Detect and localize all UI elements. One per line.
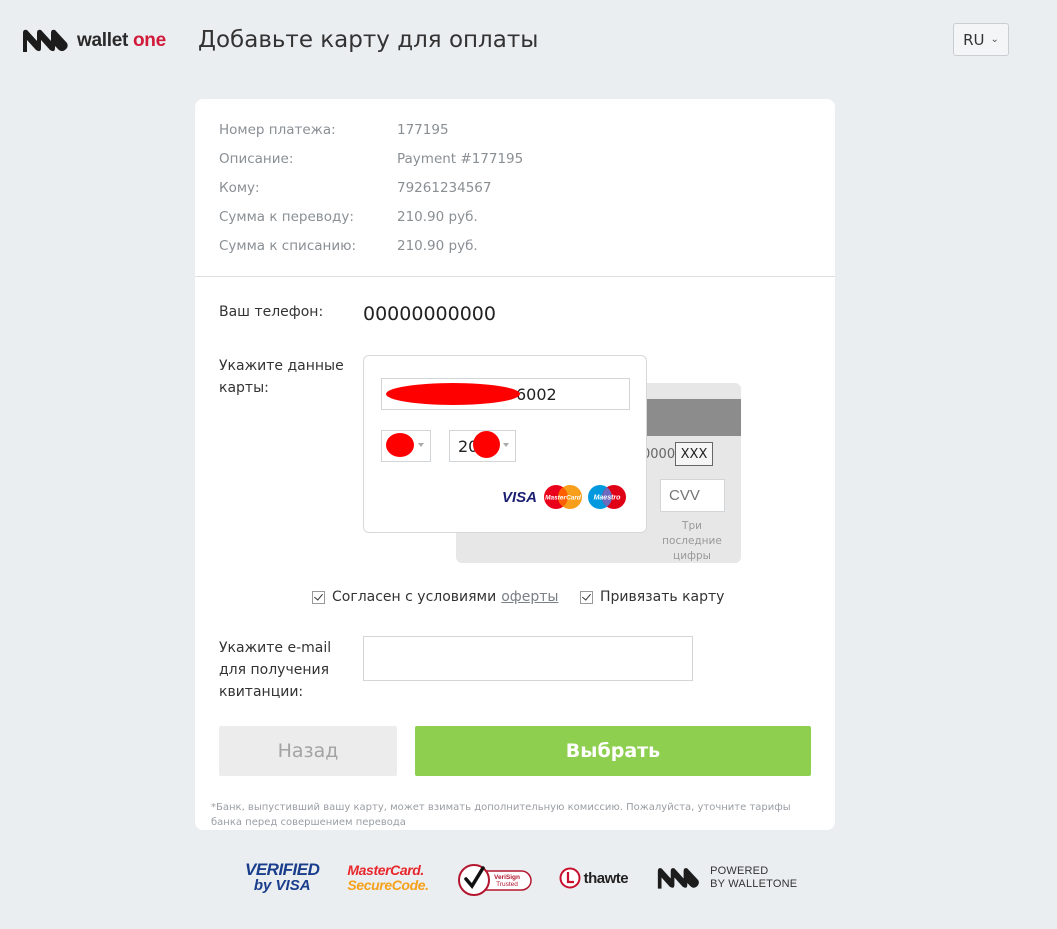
cvv-input[interactable] [660, 479, 725, 512]
info-label-description: Описание: [219, 151, 294, 167]
card-back-code: XXX [675, 442, 713, 466]
thawte-logo: thawte [559, 867, 629, 889]
info-label-payment-number: Номер платежа: [219, 122, 336, 138]
info-label-transfer-amount: Сумма к переводу: [219, 209, 354, 225]
bind-card-checkbox[interactable] [580, 590, 593, 604]
redaction-mark [473, 431, 500, 458]
payment-panel: Номер платежа: 177195 Описание: Payment … [195, 99, 835, 830]
walletone-icon [657, 868, 700, 889]
mastercard-securecode-line2: SecureCode. [347, 877, 429, 893]
info-value-recipient: 79261234567 [397, 180, 492, 196]
thawte-text: thawte [583, 869, 629, 887]
back-button[interactable]: Назад [219, 726, 397, 776]
page-title: Добавьте карту для оплаты [198, 27, 539, 53]
mastercard-securecode-logo: MasterCard. SecureCode. [347, 862, 429, 893]
info-value-description: Payment #177195 [397, 151, 524, 167]
chevron-down-icon: ⌄ [990, 34, 999, 45]
powered-by-walletone-logo: POWERED BY WALLETONE [656, 865, 797, 891]
language-value: RU [963, 30, 985, 49]
divider [195, 276, 835, 277]
select-button[interactable]: Выбрать [415, 726, 811, 776]
email-input[interactable] [363, 636, 693, 681]
svg-text:VeriSign: VeriSign [494, 874, 520, 881]
powered-by-line2: BY WALLETONE [710, 878, 798, 890]
svg-text:Maestro: Maestro [594, 495, 622, 502]
dropdown-arrow-icon [418, 443, 424, 447]
info-label-debit-amount: Сумма к списанию: [219, 238, 357, 254]
card-number-suffix: 6002 [516, 384, 557, 404]
verified-by-visa-line1: VERIFIED [245, 860, 320, 879]
card-data-label: Укажите данные карты: [219, 358, 344, 396]
email-label: Укажите e-mail для получения квитанции: [219, 640, 332, 700]
info-value-debit-amount: 210.90 руб. [397, 238, 478, 254]
info-value-payment-number: 177195 [397, 122, 449, 138]
mastercard-securecode-line1: MasterCard. [347, 862, 424, 878]
card-front: 6002 20 VISA MasterCard Maestro [363, 355, 647, 533]
verified-by-visa-logo: VERIFIED by VISA [245, 860, 320, 894]
cvv-hint: Три последние цифры [662, 520, 722, 562]
mastercard-logo-icon: MasterCard [544, 485, 583, 509]
logo-text: wallet one [77, 29, 166, 51]
security-logos: VERIFIED by VISA MasterCard. SecureCode.… [245, 858, 797, 898]
phone-value: 00000000000 [363, 303, 496, 325]
bind-card-text: Привязать карту [600, 589, 725, 605]
info-label-recipient: Кому: [219, 180, 260, 196]
info-value-transfer-amount: 210.90 руб. [397, 209, 478, 225]
maestro-logo-icon: Maestro [588, 485, 627, 509]
wallet-one-logo[interactable]: wallet one [21, 27, 166, 54]
redaction-mark [386, 433, 414, 457]
terms-checkbox-row[interactable]: Согласен с условиями оферты [312, 589, 558, 605]
phone-label: Ваш телефон: [219, 304, 324, 320]
card-brands: VISA MasterCard Maestro [502, 484, 627, 510]
thawte-seal-icon [559, 867, 581, 889]
commission-note: *Банк, выпустивший вашу карту, может взи… [211, 802, 791, 828]
redaction-mark [386, 383, 520, 405]
language-selector[interactable]: RU ⌄ [953, 23, 1009, 56]
verified-by-visa-line2: by VISA [253, 877, 311, 894]
verisign-logo: VeriSign Trusted [457, 858, 533, 898]
terms-checkbox[interactable] [312, 590, 325, 604]
powered-by-text: POWERED BY WALLETONE [710, 865, 797, 891]
offer-link[interactable]: оферты [501, 589, 558, 605]
svg-text:MasterCard: MasterCard [545, 495, 582, 502]
powered-by-line1: POWERED [710, 865, 769, 877]
bind-card-checkbox-row[interactable]: Привязать карту [580, 589, 724, 605]
verisign-trusted-icon: VeriSign Trusted [457, 864, 532, 896]
terms-text: Согласен с условиями [332, 589, 497, 605]
visa-logo: VISA [502, 488, 538, 506]
svg-text:Trusted: Trusted [496, 881, 518, 888]
wallet-one-logo-icon [23, 29, 68, 52]
dropdown-arrow-icon [503, 443, 509, 447]
